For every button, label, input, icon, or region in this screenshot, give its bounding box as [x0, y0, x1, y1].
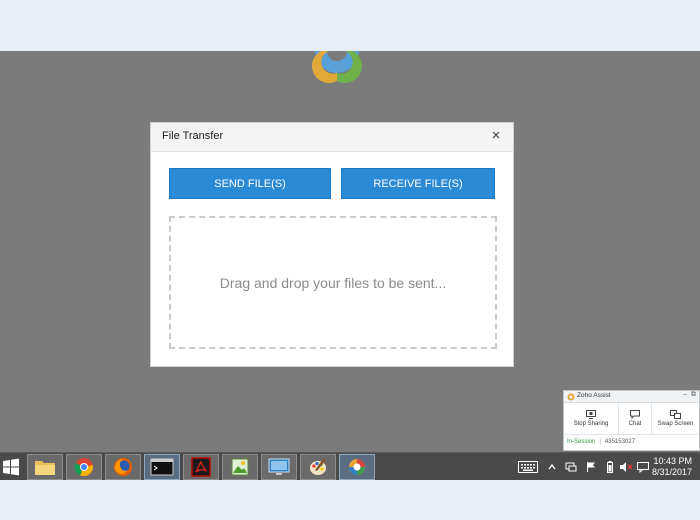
- zoho-assist-icon[interactable]: [339, 454, 375, 480]
- swap-screen-icon: [670, 410, 681, 419]
- swap-screen-label: Swap Screen: [657, 421, 694, 427]
- firefox-icon[interactable]: [105, 454, 141, 480]
- status-separator: |: [599, 439, 601, 445]
- network-tray-icon[interactable]: [564, 453, 578, 481]
- send-files-button[interactable]: SEND FILE(S): [169, 168, 331, 199]
- zoho-actions: Stop Sharing Chat Swap Screen: [564, 403, 699, 435]
- flag-icon[interactable]: [584, 453, 598, 481]
- app-logo-icon: [312, 51, 362, 83]
- windows-start-icon[interactable]: [0, 456, 22, 478]
- chat-button[interactable]: Chat: [619, 403, 652, 434]
- taskbar-clock[interactable]: 10:43 PM 8/31/2017: [652, 456, 692, 478]
- battery-icon[interactable]: [604, 453, 616, 481]
- popout-icon[interactable]: ⧉: [691, 391, 696, 399]
- dialog-title: File Transfer: [162, 130, 224, 142]
- zoho-logo-icon: [567, 393, 575, 401]
- paint-icon[interactable]: [300, 454, 336, 480]
- clock-time: 10:43 PM: [653, 456, 692, 466]
- swap-screen-button[interactable]: Swap Screen: [652, 403, 699, 434]
- action-center-icon[interactable]: [636, 453, 650, 481]
- remote-desktop-icon[interactable]: [261, 454, 297, 480]
- drop-zone-text: Drag and drop your files to be sent...: [219, 274, 447, 291]
- terminal-icon[interactable]: [144, 454, 180, 480]
- chrome-icon[interactable]: [66, 454, 102, 480]
- keyboard-icon[interactable]: [516, 453, 540, 481]
- image-viewer-icon[interactable]: [222, 454, 258, 480]
- zoho-panel-title: Zoho Assist: [577, 392, 611, 399]
- minimize-icon[interactable]: –: [683, 391, 687, 398]
- show-hidden-icons-icon[interactable]: [546, 453, 558, 481]
- clock-date: 8/31/2017: [651, 467, 692, 477]
- taskbar: 10:43 PM 8/31/2017: [0, 452, 700, 480]
- chat-icon: [630, 410, 640, 419]
- receive-files-button[interactable]: RECEIVE FILE(S): [341, 168, 495, 199]
- file-explorer-icon[interactable]: [27, 454, 63, 480]
- volume-muted-icon[interactable]: [618, 453, 634, 481]
- stop-sharing-button[interactable]: Stop Sharing: [564, 403, 619, 434]
- session-status: In-Session | 435153027: [564, 435, 699, 449]
- file-transfer-dialog: File Transfer × SEND FILE(S) RECEIVE FIL…: [150, 122, 514, 367]
- close-icon[interactable]: ×: [489, 128, 503, 144]
- file-drop-zone[interactable]: Drag and drop your files to be sent...: [169, 216, 497, 349]
- zoho-panel-header: Zoho Assist – ⧉: [564, 391, 699, 403]
- chat-label: Chat: [628, 421, 642, 427]
- dialog-header: File Transfer ×: [151, 123, 513, 152]
- session-id: 435153027: [604, 439, 635, 445]
- zoho-assist-panel: Zoho Assist – ⧉ Stop Sharing Chat Swap S…: [563, 390, 700, 451]
- session-status-text: In-Session: [567, 439, 596, 445]
- stop-sharing-label: Stop Sharing: [573, 421, 609, 427]
- monitor-icon: [586, 410, 596, 419]
- acrobat-icon[interactable]: [183, 454, 219, 480]
